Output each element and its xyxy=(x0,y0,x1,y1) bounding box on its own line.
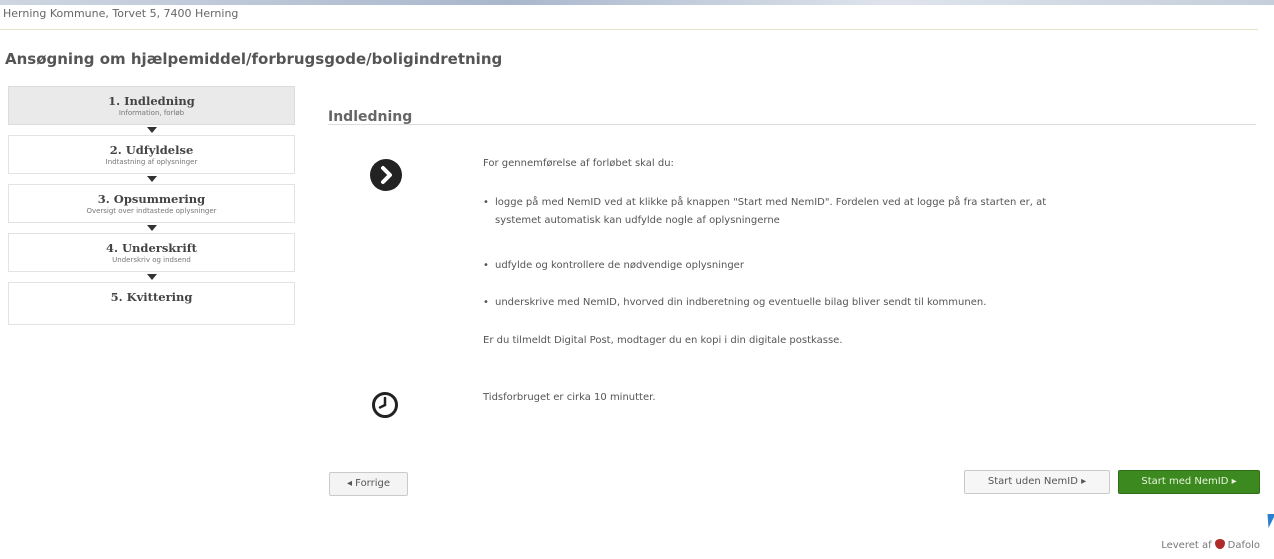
clock-icon xyxy=(371,391,399,419)
step-down-arrow-icon xyxy=(146,176,157,182)
start-without-nemid-button[interactable]: Start uden NemID ▸ xyxy=(964,470,1110,494)
start-with-nemid-button[interactable]: Start med NemID ▸ xyxy=(1118,470,1260,494)
chevron-right-circle-icon xyxy=(370,159,402,191)
bullet-text-continued: systemet automatisk kan udfylde nogle af… xyxy=(495,215,780,226)
step-opsummering[interactable]: 3. Opsummering Oversigt over indtastede … xyxy=(8,184,295,231)
step-navigation: 1. Indledning Information, forløb 2. Udf… xyxy=(8,86,295,335)
step-underskrift[interactable]: 4. Underskrift Underskriv og indsend xyxy=(8,233,295,280)
time-estimate: Tidsforbruget er cirka 10 minutter. xyxy=(483,392,656,403)
step-title: 5. Kvittering xyxy=(110,290,193,304)
footer-delivered-by: Leveret af xyxy=(1161,540,1212,551)
step-down-arrow-icon xyxy=(146,127,157,133)
step-down-arrow-icon xyxy=(146,274,157,280)
step-subtitle: Indtastning af oplysninger xyxy=(105,158,198,166)
list-item: underskrive med NemID, hvorved din indbe… xyxy=(483,294,1243,312)
footer-brand[interactable]: Dafolo xyxy=(1228,540,1260,551)
municipality-address: Herning Kommune, Torvet 5, 7400 Herning xyxy=(3,7,239,20)
browser-top-bar xyxy=(0,0,1274,5)
digital-post-note: Er du tilmeldt Digital Post, modtager du… xyxy=(483,335,843,346)
step-udfyldelse[interactable]: 2. Udfyldelse Indtastning af oplysninger xyxy=(8,135,295,182)
bullet-text: underskrive med NemID, hvorved din indbe… xyxy=(495,297,987,308)
section-divider xyxy=(328,124,1256,125)
step-title: 1. Indledning xyxy=(108,94,195,108)
step-title: 4. Underskrift xyxy=(106,241,197,255)
list-item: udfylde og kontrollere de nødvendige opl… xyxy=(483,257,1243,275)
dafolo-logo-icon xyxy=(1214,539,1225,549)
bullet-text: udfylde og kontrollere de nødvendige opl… xyxy=(495,260,744,271)
step-title: 3. Opsummering xyxy=(97,192,206,206)
section-title: Indledning xyxy=(328,109,413,125)
step-subtitle: Information, forløb xyxy=(118,109,185,117)
page-title: Ansøgning om hjælpemiddel/forbrugsgode/b… xyxy=(5,50,503,68)
footer-credit: Leveret af Dafolo xyxy=(1161,539,1260,551)
step-subtitle: Underskriv og indsend xyxy=(112,256,191,264)
bullet-text: logge på med NemID ved at klikke på knap… xyxy=(495,197,1047,208)
list-item: logge på med NemID ved at klikke på knap… xyxy=(483,194,1243,230)
intro-text: For gennemførelse af forløbet skal du: xyxy=(483,158,674,169)
step-title: 2. Udfyldelse xyxy=(109,143,194,157)
step-down-arrow-icon xyxy=(146,225,157,231)
header-divider xyxy=(0,29,1258,30)
back-button[interactable]: ◂ Forrige xyxy=(329,472,408,496)
cursor-marker-icon xyxy=(1264,514,1274,528)
step-kvittering[interactable]: 5. Kvittering xyxy=(8,282,295,325)
step-subtitle: Oversigt over indtastede oplysninger xyxy=(86,207,217,215)
step-indledning[interactable]: 1. Indledning Information, forløb xyxy=(8,86,295,133)
